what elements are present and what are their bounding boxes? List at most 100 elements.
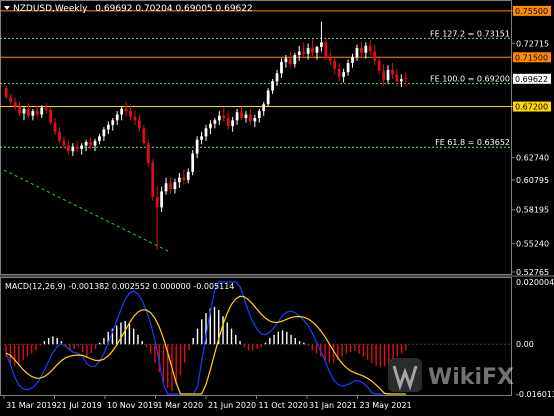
macd-label: MACD(12,26,9) -0.001382 0.002552 0.00000… <box>5 282 234 291</box>
candle-body <box>22 108 26 114</box>
date-axis-tick: 10 Nov 2019 <box>107 401 158 410</box>
candle-body <box>4 88 8 98</box>
candle-body <box>342 72 346 77</box>
candle-body <box>231 120 235 127</box>
candle-body <box>164 183 168 192</box>
candle-body <box>217 115 221 121</box>
candle-body <box>120 108 124 115</box>
candle-body <box>186 171 190 180</box>
candle-body <box>173 182 177 190</box>
candle-body <box>98 136 101 141</box>
candle-body <box>44 107 48 110</box>
symbol-name: NZDUSD,Weekly <box>13 4 88 14</box>
candle-body <box>249 114 252 122</box>
candle-body <box>27 108 30 116</box>
date-axis-tick: 11 Oct 2020 <box>259 401 308 410</box>
candle-body <box>124 108 128 112</box>
candle-body <box>13 101 17 107</box>
candle-body <box>209 123 212 129</box>
price-axis-tick: 0.58195 <box>516 206 549 215</box>
candle-body <box>333 60 337 69</box>
candle-body <box>391 69 394 75</box>
candle-body <box>395 74 399 82</box>
candle-body <box>257 111 261 119</box>
candle-body <box>364 45 368 53</box>
date-axis-tick: 31 Mar 2019 <box>6 401 57 410</box>
candle-body <box>386 69 390 81</box>
candle-body <box>337 68 341 77</box>
candle-body <box>311 48 314 53</box>
candle-body <box>182 177 186 180</box>
candle-body <box>297 51 301 55</box>
candle-body <box>155 197 159 208</box>
candle-body <box>200 136 203 140</box>
candle-body <box>382 71 385 81</box>
candle-body <box>71 146 75 152</box>
price-level-tag-text: 0.67200 <box>515 103 548 112</box>
candle-body <box>62 140 66 146</box>
candle-body <box>35 111 39 115</box>
candle-body <box>324 42 328 58</box>
candle-body <box>360 48 363 53</box>
candle-body <box>373 51 377 61</box>
candle-body <box>404 78 408 80</box>
candle-body <box>191 153 195 172</box>
candle-body <box>80 145 84 149</box>
candle-body <box>213 120 217 124</box>
candle-body <box>84 142 88 146</box>
candle-body <box>111 120 115 125</box>
candle-body <box>222 115 226 119</box>
candle-body <box>226 118 230 127</box>
candle-body <box>18 106 21 114</box>
chart-window: FE 127.2 = 0.73151 FE 100.0 = 0.69200 FE 6… <box>0 0 554 412</box>
candle-body <box>275 73 279 82</box>
candle-body <box>302 51 306 54</box>
candle-body <box>320 42 323 47</box>
price-axis-tick: 0.60795 <box>516 176 549 185</box>
candle-body <box>315 46 319 53</box>
candle-body <box>151 162 155 198</box>
candle-body <box>262 104 266 112</box>
candle-body <box>271 81 274 91</box>
candle-body <box>368 45 372 52</box>
price-axis-tick: 0.52765 <box>516 268 549 277</box>
chart-svg: FE 127.2 = 0.73151 FE 100.0 = 0.69200 FE 6… <box>0 0 554 412</box>
candle-body <box>93 140 97 146</box>
price-axis-tick: 0.55240 <box>516 240 549 249</box>
candle-body <box>58 131 61 141</box>
date-axis-tick: 23 May 2021 <box>360 401 412 410</box>
candle-body <box>399 79 403 82</box>
date-axis-tick: 21 Jul 2019 <box>57 401 102 410</box>
candle-body <box>102 129 106 137</box>
macd-axis-tick: 0.020004 <box>516 278 554 287</box>
price-axis-tick: 0.72715 <box>516 39 549 48</box>
candle-body <box>146 143 150 163</box>
symbol-label: NZDUSD,Weekly 0.69692 0.70204 0.69005 0.… <box>13 4 253 14</box>
candle-body <box>293 54 297 65</box>
candle-body <box>106 124 110 130</box>
candle-body <box>288 58 292 65</box>
candle-body <box>89 142 92 146</box>
candle-body <box>66 145 70 152</box>
candle-body <box>138 120 141 129</box>
date-axis-tick: 1 Mar 2020 <box>158 401 204 410</box>
date-axis-tick: 21 Jun 2020 <box>208 401 256 410</box>
candle-body <box>240 112 243 119</box>
macd-axis-tick: 0.00 <box>516 340 534 349</box>
candle-body <box>204 128 208 137</box>
candle-body <box>346 63 350 73</box>
price-level-tag-text: 0.71500 <box>515 53 548 62</box>
price-level-tag-text: 0.75500 <box>515 7 548 16</box>
candle-body <box>306 48 310 54</box>
candle-body <box>40 107 44 115</box>
candle-body <box>235 112 239 121</box>
candle-body <box>351 57 354 64</box>
candle-body <box>31 111 35 116</box>
candle-body <box>129 111 132 117</box>
ohlc-values: 0.69692 0.70204 0.69005 0.69622 <box>95 4 252 14</box>
macd-axis-tick: -0.016013 <box>516 390 554 399</box>
candle-body <box>195 139 199 154</box>
fib-level-label: FE 100.0 = 0.69200 <box>430 75 510 84</box>
watermark-text: WikiFX <box>428 365 514 390</box>
candle-body <box>49 109 52 123</box>
